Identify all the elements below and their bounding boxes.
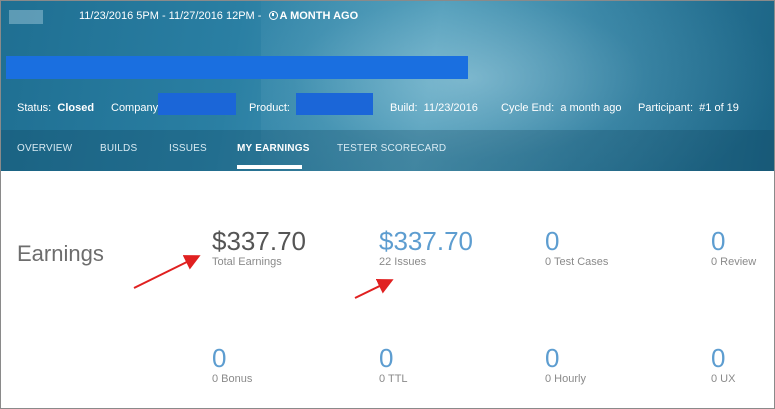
stat-label: 0 Bonus <box>212 373 253 385</box>
stat-label: 0 Review <box>711 256 757 268</box>
stat-total-earnings: $337.70 Total Earnings <box>212 227 306 268</box>
stat-label: 0 TTL <box>379 373 408 385</box>
tab-overview[interactable]: OVERVIEW <box>17 143 72 154</box>
relative-time: A MONTH AGO <box>279 10 359 22</box>
stat-label: Total Earnings <box>212 256 282 268</box>
build-label: Build: <box>390 102 418 114</box>
tab-builds[interactable]: BUILDS <box>100 143 137 154</box>
tab-bar: OVERVIEW BUILDS ISSUES MY EARNINGS TESTE… <box>1 131 774 171</box>
stat-value: 0 <box>711 226 726 256</box>
stat-test-cases: 0 0 Test Cases <box>545 227 608 268</box>
cycle-end-label: Cycle End: <box>501 102 555 114</box>
product-label: Product: <box>249 102 290 114</box>
stat-hourly: 0 0 Hourly <box>545 344 586 385</box>
build-field: Build: 11/23/2016 <box>390 102 478 114</box>
stat-ux: 0 0 UX <box>711 344 735 385</box>
participant-field: Participant: #1 of 19 <box>638 102 739 114</box>
page-frame: 11/23/2016 5PM - 11/27/2016 12PM - A MON… <box>0 0 775 409</box>
earnings-heading: Earnings <box>17 241 104 266</box>
cycle-meta-row: Status: Closed Company Product: Build: 1… <box>1 102 774 116</box>
build-value: 11/23/2016 <box>423 102 478 114</box>
earnings-panel: Earnings $337.70 Total Earnings $337.70 … <box>1 171 774 408</box>
status-field: Status: Closed <box>17 102 94 114</box>
tab-my-earnings[interactable]: MY EARNINGS <box>237 143 310 154</box>
cycle-end-value: a month ago <box>560 102 622 114</box>
tab-tester-scorecard[interactable]: TESTER SCORECARD <box>337 143 446 154</box>
redacted-company <box>158 93 236 115</box>
date-range-text: 11/23/2016 5PM - 11/27/2016 12PM - <box>79 10 262 22</box>
participant-label: Participant: <box>638 102 694 114</box>
stat-bonus: 0 0 Bonus <box>212 344 252 385</box>
redacted-cycle-title <box>6 56 468 79</box>
stat-value: 0 <box>545 343 560 373</box>
test-cycle-header: 11/23/2016 5PM - 11/27/2016 12PM - A MON… <box>1 1 774 171</box>
stat-value: $337.70 <box>212 226 306 256</box>
cycle-end-field: Cycle End: a month ago <box>501 102 621 114</box>
clock-icon <box>268 11 278 20</box>
stat-issues: $337.70 22 Issues <box>379 227 473 268</box>
redacted-product <box>296 93 373 115</box>
stat-value: 0 <box>379 343 394 373</box>
stat-ttl: 0 0 TTL <box>379 344 408 385</box>
stat-value: $337.70 <box>379 226 473 256</box>
company-label: Company <box>111 102 159 114</box>
active-tab-indicator <box>237 165 302 169</box>
status-label: Status: <box>17 102 52 114</box>
redacted-logo <box>9 10 43 24</box>
stat-value: 0 <box>711 343 726 373</box>
stat-review: 0 0 Review <box>711 227 756 268</box>
participant-value: #1 of 19 <box>699 102 739 114</box>
stat-label: 0 UX <box>711 373 736 385</box>
status-value: Closed <box>57 102 95 114</box>
stat-label: 22 Issues <box>379 256 427 268</box>
stat-value: 0 <box>545 226 560 256</box>
cycle-date-range: 11/23/2016 5PM - 11/27/2016 12PM - A MON… <box>79 10 358 22</box>
stat-label: 0 Hourly <box>545 373 586 385</box>
tab-issues[interactable]: ISSUES <box>169 143 207 154</box>
stat-label: 0 Test Cases <box>545 256 609 268</box>
stat-value: 0 <box>212 343 227 373</box>
